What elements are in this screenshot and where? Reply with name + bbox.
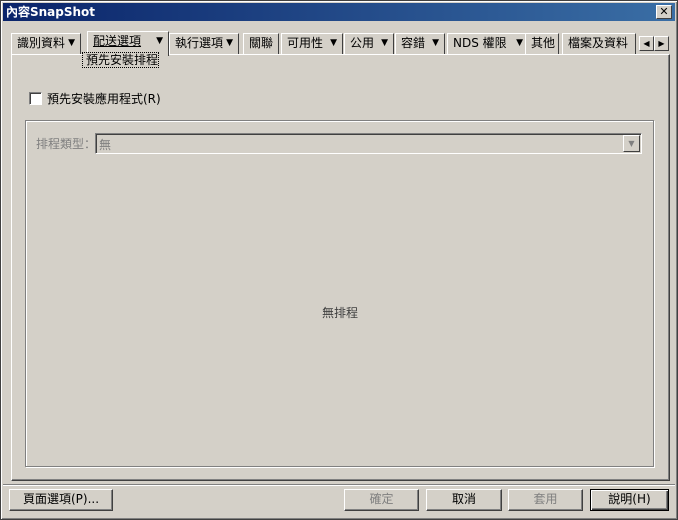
- title-bar: 內容SnapShot ✕: [3, 3, 675, 21]
- schedule-type-label: 排程類型：: [36, 137, 97, 151]
- window-title: 內容SnapShot: [6, 5, 96, 19]
- tab-label: 識別資料: [17, 36, 66, 50]
- arrow-right-icon: ▶: [658, 39, 665, 48]
- tab-nds-rights[interactable]: NDS 權限 ▼: [447, 33, 529, 54]
- tab-files-and-data[interactable]: 檔案及資料: [562, 33, 636, 54]
- schedule-group: [25, 120, 654, 467]
- tab-common[interactable]: 公用 ▼: [344, 33, 394, 54]
- preinstall-checkbox-row[interactable]: 預先安裝應用程式(R): [29, 91, 161, 106]
- tab-label: 執行選項: [175, 36, 224, 50]
- tab-other[interactable]: 其他: [525, 33, 559, 54]
- schedule-type-value: 無: [99, 138, 112, 152]
- help-button[interactable]: 說明(H): [590, 489, 669, 511]
- chevron-down-icon: ▼: [432, 38, 439, 48]
- footer-divider: [3, 484, 675, 486]
- tab-scroll-left-button[interactable]: ◀: [639, 36, 654, 51]
- preinstall-checkbox-label: 預先安裝應用程式(R): [47, 91, 161, 106]
- tab-associations[interactable]: 關聯: [243, 33, 279, 54]
- chevron-down-icon: ▼: [628, 139, 635, 148]
- subtab-preinstall-schedule[interactable]: 預先安裝排程: [82, 52, 159, 68]
- tab-run-options[interactable]: 執行選項 ▼: [169, 33, 239, 54]
- chevron-down-icon: ▼: [381, 38, 388, 48]
- arrow-left-icon: ◀: [643, 39, 650, 48]
- tab-label: 可用性: [287, 36, 324, 50]
- tab-label: 檔案及資料: [568, 36, 629, 50]
- tab-scroll-right-button[interactable]: ▶: [654, 36, 669, 51]
- preinstall-checkbox[interactable]: [29, 91, 42, 105]
- chevron-down-icon: ▼: [156, 36, 163, 46]
- page-options-button[interactable]: 頁面選項(P)...: [9, 489, 113, 511]
- close-button[interactable]: ✕: [656, 5, 672, 19]
- tab-availability[interactable]: 可用性 ▼: [281, 33, 343, 54]
- ok-button[interactable]: 確定: [344, 489, 419, 511]
- chevron-down-icon: ▼: [516, 38, 523, 48]
- apply-button[interactable]: 套用: [508, 489, 583, 511]
- tab-label: NDS 權限: [453, 36, 507, 50]
- tab-identification[interactable]: 識別資料 ▼: [11, 33, 81, 54]
- chevron-down-icon: ▼: [68, 38, 75, 48]
- tab-label: 容錯: [401, 36, 426, 50]
- chevron-down-icon: ▼: [226, 38, 233, 48]
- schedule-type-select[interactable]: 無 ▼: [95, 133, 642, 154]
- tab-fault-tolerance[interactable]: 容錯 ▼: [395, 33, 445, 54]
- tab-label: 公用: [350, 36, 375, 50]
- tab-label: 其他: [531, 36, 556, 50]
- properties-window: 內容SnapShot ✕ 識別資料 ▼ 配送選項 ▼ 執行選項 ▼ 關聯 可用性…: [0, 0, 678, 520]
- tab-label: 關聯: [249, 36, 274, 50]
- subtab-label: 預先安裝排程: [86, 53, 159, 67]
- chevron-down-icon: ▼: [330, 38, 337, 48]
- close-icon: ✕: [659, 5, 669, 18]
- dropdown-button[interactable]: ▼: [623, 135, 640, 152]
- tab-label: 配送選項: [93, 34, 142, 48]
- cancel-button[interactable]: 取消: [426, 489, 502, 511]
- no-schedule-text: 無排程: [321, 306, 358, 320]
